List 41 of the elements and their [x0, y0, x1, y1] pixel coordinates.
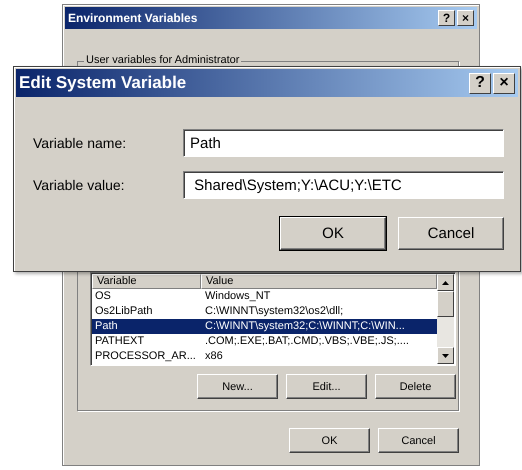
ok-button[interactable]: OK [280, 217, 386, 250]
input-field[interactable]: Path [183, 129, 504, 157]
value-cell-text: C:\WINNT\system32;C:\WINNT;C:\WIN... [204, 319, 406, 334]
variable-cell-text: PROCESSOR_AR... [94, 349, 197, 364]
dialog-title: Edit System Variable [19, 73, 188, 93]
value-cell-text: .COM;.EXE;.BAT;.CMD;.VBS;.VBE;.JS;.... [204, 334, 410, 349]
close-button[interactable]: × [457, 10, 474, 26]
column-header[interactable]: Variable [92, 274, 201, 289]
list-row[interactable]: Path C:\WINNT\system32;C:\WINNT;C:\WIN... [92, 319, 437, 334]
value-cell-text: Windows_NT [204, 289, 272, 304]
variable-cell-text: PATHEXT [94, 334, 146, 349]
list-row[interactable]: Os2LibPath C:\WINNT\system32\os2\dll; [92, 304, 437, 319]
ok-button[interactable]: OK [289, 428, 370, 453]
list-row[interactable]: OS Windows_NT [92, 289, 437, 304]
variable-cell-text: Os2LibPath [94, 304, 154, 319]
column-header[interactable]: Value [201, 274, 437, 289]
cancel-button[interactable]: Cancel [398, 217, 504, 250]
help-button[interactable]: ? [438, 10, 455, 26]
scrollbar-thumb[interactable] [437, 291, 454, 317]
cancel-button[interactable]: Cancel [378, 428, 459, 453]
field-label: Variable name: [33, 135, 128, 151]
variable-cell-text: OS [94, 289, 112, 304]
scrollbar[interactable] [437, 274, 454, 364]
list-row[interactable]: PATHEXT .COM;.EXE;.BAT;.CMD;.VBS;.VBE;.JS;.... [92, 334, 437, 349]
group-label: User variables for Administrator [84, 54, 242, 66]
help-button[interactable]: ? [469, 72, 491, 94]
list-action-button[interactable]: Delete [375, 374, 456, 399]
window-title: Environment Variables [68, 11, 198, 25]
scroll-up-button[interactable] [437, 274, 454, 291]
field-label: Variable value: [33, 177, 126, 193]
up-arrow-icon [442, 280, 449, 284]
variable-cell-text: Path [94, 319, 119, 334]
close-button[interactable]: × [493, 72, 515, 94]
scroll-down-button[interactable] [437, 347, 454, 364]
list-action-button[interactable]: New... [197, 374, 278, 399]
value-cell-text: C:\WINNT\system32\os2\dll; [204, 304, 344, 319]
down-arrow-icon [442, 354, 449, 358]
input-field[interactable]: Shared\System;Y:\ACU;Y:\ETC [183, 171, 504, 199]
list-action-button[interactable]: Edit... [286, 374, 367, 399]
list-row[interactable]: PROCESSOR_AR... x86 [92, 349, 437, 364]
value-cell-text: x86 [204, 349, 224, 364]
